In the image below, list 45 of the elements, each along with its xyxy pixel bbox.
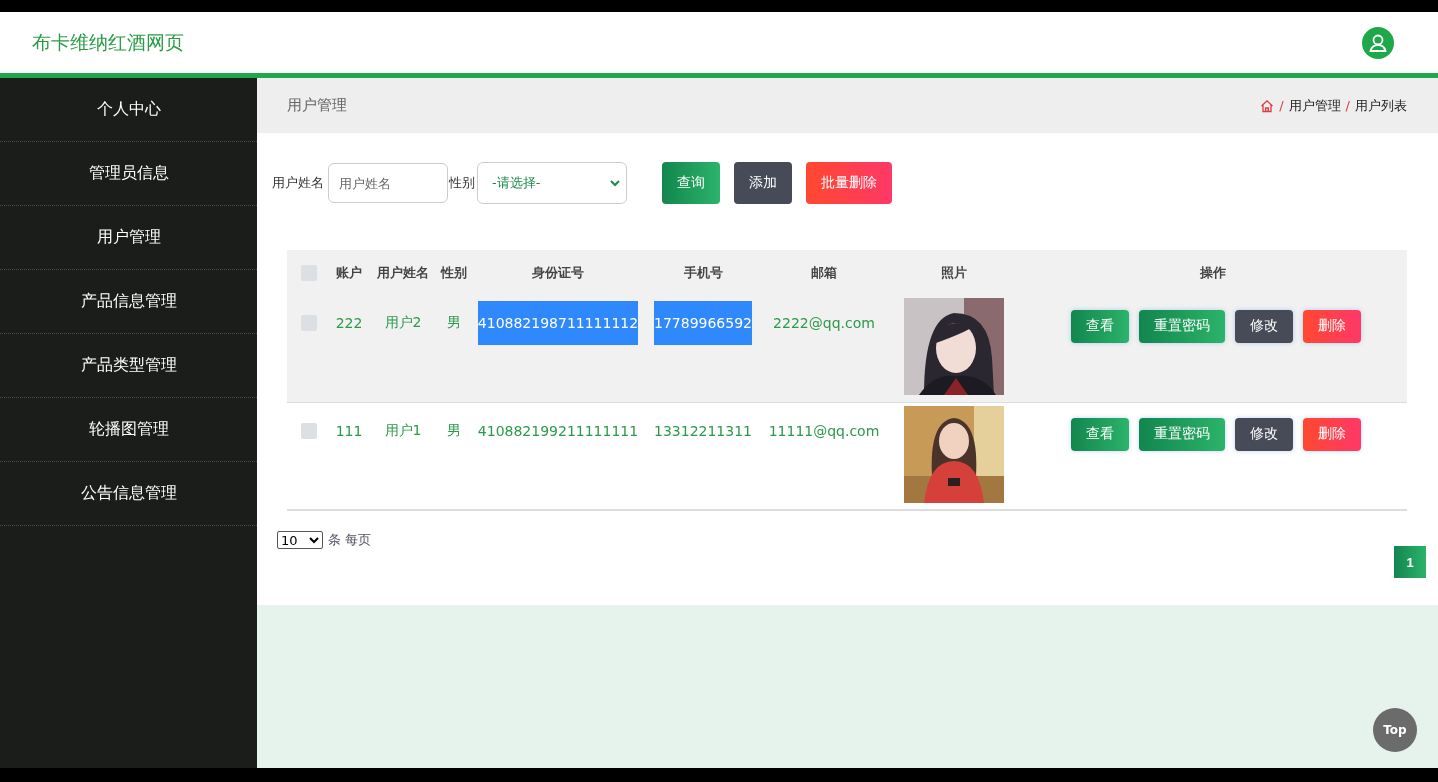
chevron-down-icon: [610, 179, 620, 187]
chevron-down-icon: [309, 536, 319, 544]
search-action-button[interactable]: 查询: [662, 162, 720, 204]
row-action-button[interactable]: 查看: [1071, 309, 1129, 343]
table-cell: 男: [446, 421, 461, 440]
table-cell: 11111@qq.com: [768, 422, 880, 439]
column-header: 手机号: [683, 263, 723, 282]
table-cell: 13312211311: [654, 422, 752, 439]
column-header: 用户姓名: [377, 263, 429, 282]
row-action-button[interactable]: 修改: [1235, 309, 1293, 343]
column-header: 照片: [941, 263, 967, 282]
table-cell: 用户1: [384, 421, 422, 440]
page-size-select[interactable]: 10: [277, 531, 323, 549]
search-action-button[interactable]: 添加: [734, 162, 792, 204]
breadcrumb-separator: /: [1279, 98, 1284, 113]
column-header: 身份证号: [532, 263, 584, 282]
breadcrumb-separator: /: [1345, 98, 1350, 113]
breadcrumb-link[interactable]: 用户管理: [1288, 96, 1341, 115]
column-header: 操作: [1200, 263, 1226, 282]
row-action-button[interactable]: 重置密码: [1139, 417, 1225, 451]
table-cell: 111: [335, 422, 363, 439]
table-cell: 男: [446, 313, 461, 332]
row-action-button[interactable]: 查看: [1071, 417, 1129, 451]
user-avatar-icon[interactable]: [1362, 26, 1394, 59]
site-title: 布卡维纳红酒网页: [32, 29, 184, 55]
name-search-field[interactable]: 用户姓名: [328, 163, 448, 203]
column-header: 性别: [440, 263, 467, 282]
table-cell: 用户2: [384, 313, 422, 332]
gender-select[interactable]: -请选择-: [477, 162, 627, 204]
table-cell: 2222@qq.com: [773, 314, 875, 331]
column-header: 账户: [336, 263, 362, 282]
row-checkbox[interactable]: [300, 422, 317, 439]
table-cell: 222: [335, 314, 363, 331]
field-label: 用户姓名: [272, 174, 324, 192]
row-action-button[interactable]: 重置密码: [1139, 309, 1225, 343]
table-cell: 410882199211111111: [477, 422, 639, 439]
page-size-label: 条 每页: [328, 531, 372, 549]
table-cell: 410882198711111112: [477, 300, 639, 345]
table-cell: 17789966592: [654, 300, 752, 345]
home-icon[interactable]: [1260, 98, 1275, 113]
page-title: 用户管理: [287, 96, 347, 115]
field-label: 性别: [449, 174, 475, 192]
row-action-button[interactable]: 修改: [1235, 417, 1293, 451]
breadcrumb-link[interactable]: 用户列表: [1355, 96, 1407, 115]
column-header: 邮箱: [811, 263, 837, 282]
